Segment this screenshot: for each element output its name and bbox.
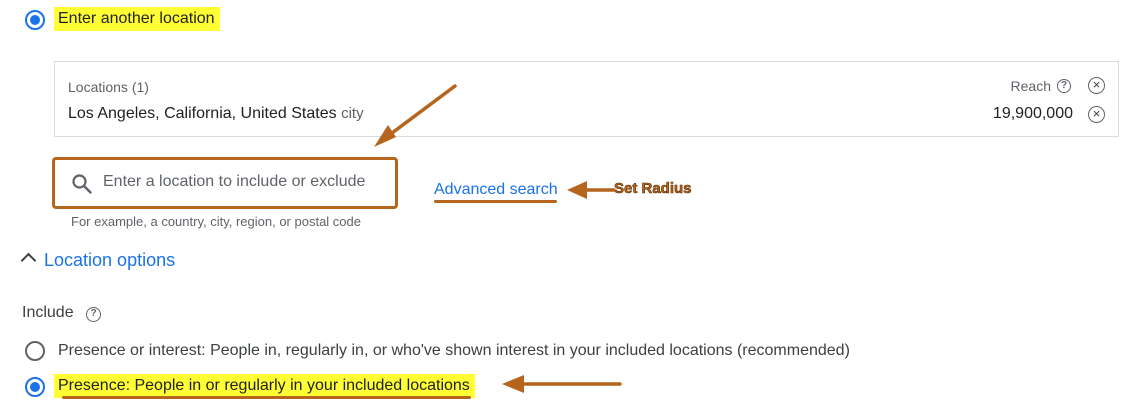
arrow-to-presence-option bbox=[502, 375, 622, 393]
arrow-to-search-box bbox=[374, 84, 457, 147]
annotation-arrows bbox=[374, 84, 622, 393]
location-targeting-panel: Enter another location Locations (1) Rea… bbox=[0, 0, 1139, 418]
arrow-to-advanced-search bbox=[567, 181, 616, 199]
